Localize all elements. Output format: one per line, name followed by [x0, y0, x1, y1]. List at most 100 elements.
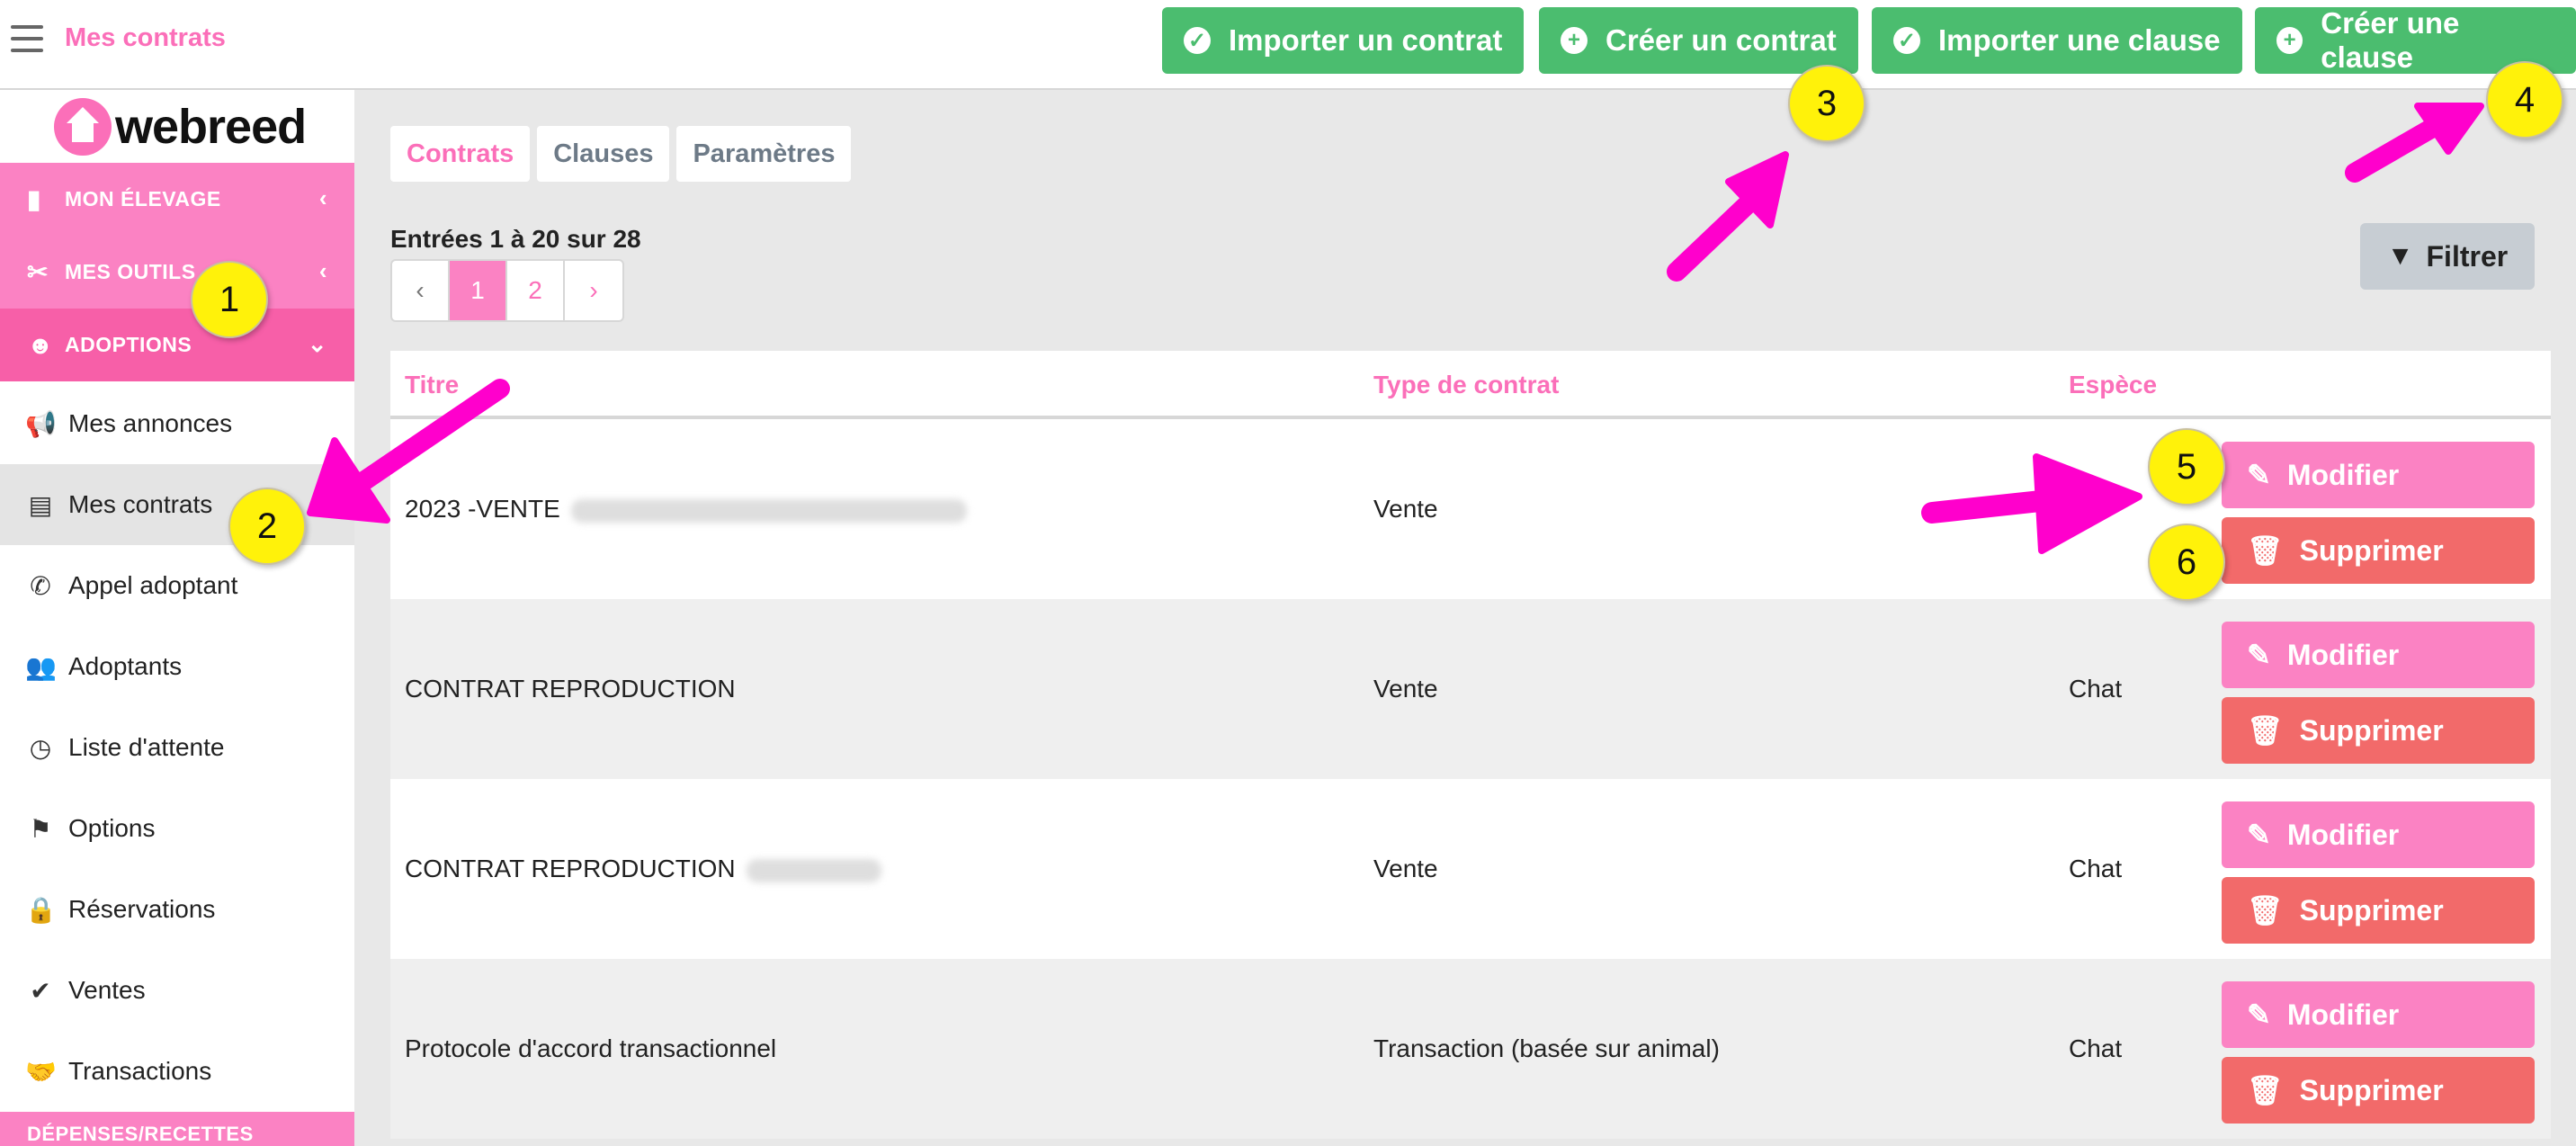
delete-button[interactable]: 🗑 Supprimer	[2222, 697, 2535, 764]
row-species: Chat	[2069, 1034, 2123, 1062]
sidebar-item-liste-attente[interactable]: ◷ Liste d'attente	[0, 707, 354, 788]
phone-icon: ✆	[30, 571, 51, 600]
sidebar-item-label: Ventes	[68, 976, 146, 1004]
edit-button[interactable]: ✎ Modifier	[2222, 801, 2535, 868]
pagination-next[interactable]: ›	[565, 261, 622, 320]
row-title: CONTRAT REPRODUCTION	[405, 855, 881, 883]
row-title: CONTRAT REPRODUCTION	[405, 675, 736, 703]
plus-circle-icon: +	[1561, 27, 1588, 54]
row-type: Vente	[1373, 855, 1438, 882]
sidebar-section-adoptions[interactable]: ☻ ADOPTIONS ⌄	[0, 309, 354, 381]
annotation-arrow-head	[1725, 151, 1789, 228]
check-circle-icon: ✓	[1184, 27, 1211, 54]
annotation-marker: 2	[228, 488, 306, 565]
users-icon: 👥	[25, 652, 57, 681]
annotation-arrow-head	[2414, 103, 2484, 155]
annotation-arrow	[2345, 116, 2446, 183]
edit-icon: ✎	[2247, 819, 2271, 851]
create-contract-button[interactable]: + Créer un contrat	[1539, 7, 1858, 74]
filter-label: Filtrer	[2426, 239, 2509, 273]
table-row: CONTRAT REPRODUCTION Vente Chat ✎ Modifie…	[390, 599, 2551, 779]
pagination: ‹ 1 2 ›	[390, 259, 624, 322]
trash-icon: 🗑	[2247, 1074, 2284, 1106]
content-tabs: Contrats Clauses Paramètres	[390, 126, 852, 182]
pagination-page-2[interactable]: 2	[507, 261, 565, 320]
sidebar-item-label: Mes annonces	[68, 409, 233, 437]
logo[interactable]: webreed	[54, 95, 307, 158]
row-species: Chat	[2069, 675, 2123, 703]
tab-contrats[interactable]: Contrats	[390, 126, 531, 182]
chevron-left-icon: ‹	[318, 184, 327, 211]
sidebar-item-label: Transactions	[68, 1057, 212, 1085]
filter-button[interactable]: ▼ Filtrer	[2360, 223, 2535, 290]
table-row: 2023 -VENTE Vente ✎ Modifier 🗑 Supprimer	[390, 419, 2551, 599]
annotation-marker: 3	[1788, 65, 1865, 142]
tools-icon: ✂	[27, 258, 49, 286]
sidebar-item-label: Réservations	[68, 895, 216, 923]
megaphone-icon: 📢	[25, 409, 57, 438]
chevron-left-icon: ‹	[318, 257, 327, 284]
hamburger-menu-icon[interactable]	[11, 25, 43, 52]
trash-icon: 🗑	[2247, 714, 2284, 747]
sidebar-item-options[interactable]: ⚑ Options	[0, 788, 354, 869]
house-icon	[54, 98, 112, 156]
sidebar-item-mes-annonces[interactable]: 📢 Mes annonces	[0, 383, 354, 464]
sidebar-item-label: Liste d'attente	[68, 733, 225, 761]
tab-parametres[interactable]: Paramètres	[676, 126, 852, 182]
table-row: Protocole d'accord transactionnel Transa…	[390, 959, 2551, 1139]
sidebar-section-depenses[interactable]: DÉPENSES/RECETTES	[0, 1112, 354, 1146]
table-body: 2023 -VENTE Vente ✎ Modifier 🗑 Supprimer C…	[390, 419, 2551, 1139]
sidebar-item-reservations[interactable]: 🔒 Réservations	[0, 869, 354, 950]
sidebar: webreed ▮ MON ÉLEVAGE ‹ ✂ MES OUTILS ‹ ☻…	[0, 90, 354, 1146]
pagination-page-1[interactable]: 1	[450, 261, 507, 320]
clock-icon: ◷	[29, 733, 52, 762]
entries-count: Entrées 1 à 20 sur 28	[390, 225, 641, 253]
edit-icon: ✎	[2247, 459, 2271, 491]
annotation-marker: 5	[2148, 428, 2225, 506]
filter-icon: ▼	[2386, 241, 2414, 271]
edit-icon: ✎	[2247, 639, 2271, 671]
annotation-marker: 1	[191, 261, 268, 338]
table-row: CONTRAT REPRODUCTION Vente Chat ✎ Modifie…	[390, 779, 2551, 959]
trash-icon: 🗑	[2247, 534, 2284, 567]
plus-circle-icon: +	[2276, 27, 2303, 54]
row-type: Vente	[1373, 675, 1438, 703]
import-contract-button[interactable]: ✓ Importer un contrat	[1162, 7, 1525, 74]
logo-text: webreed	[115, 100, 307, 154]
column-header-espece[interactable]: Espèce	[2069, 371, 2157, 399]
sidebar-item-appel-adoptant[interactable]: ✆ Appel adoptant	[0, 545, 354, 626]
annotation-arrow	[1667, 192, 1759, 282]
section-label: MES OUTILS	[65, 260, 196, 283]
import-clause-button[interactable]: ✓ Importer une clause	[1872, 7, 2242, 74]
edit-button[interactable]: ✎ Modifier	[2222, 622, 2535, 688]
delete-button[interactable]: 🗑 Supprimer	[2222, 877, 2535, 944]
sidebar-item-transactions[interactable]: 🤝 Transactions	[0, 1031, 354, 1112]
page-title: Mes contrats	[65, 23, 226, 52]
edit-button[interactable]: ✎ Modifier	[2222, 442, 2535, 508]
handshake-icon: 🤝	[25, 1057, 57, 1086]
column-header-titre[interactable]: Titre	[405, 371, 459, 399]
row-title: Protocole d'accord transactionnel	[405, 1034, 777, 1062]
row-type: Transaction (basée sur animal)	[1373, 1034, 1720, 1062]
column-header-type[interactable]: Type de contrat	[1373, 371, 1559, 399]
tab-clauses[interactable]: Clauses	[537, 126, 670, 182]
delete-button[interactable]: 🗑 Supprimer	[2222, 1057, 2535, 1124]
delete-button[interactable]: 🗑 Supprimer	[2222, 517, 2535, 584]
section-label: MON ÉLEVAGE	[65, 187, 221, 210]
sidebar-item-label: Appel adoptant	[68, 571, 238, 599]
sidebar-section-mon-elevage[interactable]: ▮ MON ÉLEVAGE ‹	[0, 163, 354, 236]
annotation-marker: 6	[2148, 524, 2225, 601]
sidebar-item-label: Adoptants	[68, 652, 183, 680]
sidebar-section-mes-outils[interactable]: ✂ MES OUTILS ‹	[0, 236, 354, 309]
edit-button[interactable]: ✎ Modifier	[2222, 981, 2535, 1048]
sidebar-item-adoptants[interactable]: 👥 Adoptants	[0, 626, 354, 707]
table-header: Titre Type de contrat Espèce	[390, 351, 2551, 419]
sidebar-item-label: Mes contrats	[68, 490, 213, 518]
sidebar-sections: ▮ MON ÉLEVAGE ‹ ✂ MES OUTILS ‹ ☻ ADOPTIO…	[0, 163, 354, 381]
lock-icon: 🔒	[25, 895, 57, 924]
check-circle-icon: ✓	[1893, 27, 1920, 54]
contracts-table: Titre Type de contrat Espèce 2023 -VENTE…	[390, 351, 2551, 1139]
chevron-down-icon: ⌄	[307, 330, 327, 357]
sidebar-item-ventes[interactable]: ✔ Ventes	[0, 950, 354, 1031]
pagination-prev[interactable]: ‹	[392, 261, 450, 320]
